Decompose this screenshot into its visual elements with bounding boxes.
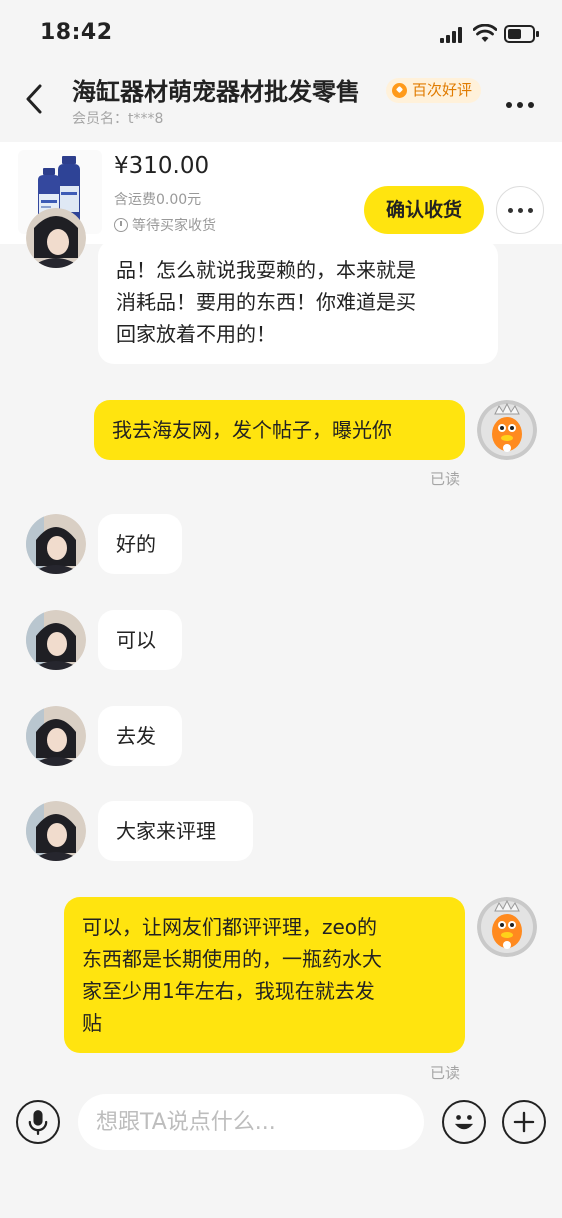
message-line: 好的 xyxy=(116,532,156,556)
message-bubble-left[interactable]: 可以 xyxy=(98,610,182,670)
more-icon[interactable] xyxy=(506,93,542,108)
message-bubble-left[interactable]: 品！怎么就说我耍赖的，本来就是 消耗品！要用的东西！你难道是买 回家放着不用的！ xyxy=(98,240,498,364)
plus-icon[interactable] xyxy=(502,1100,546,1144)
wifi-icon xyxy=(473,24,497,42)
shop-title: 海缸器材萌宠器材批发零售 xyxy=(72,78,360,106)
message-bubble-left[interactable]: 大家来评理 xyxy=(98,801,253,861)
seller-avatar[interactable] xyxy=(26,610,86,670)
order-more-button[interactable] xyxy=(496,186,544,234)
message-line: 可以，让网友们都评评理，zeo的 xyxy=(82,915,378,939)
read-receipt: 已读 xyxy=(430,1064,461,1082)
message-line: 回家放着不用的！ xyxy=(116,322,276,346)
message-line: 东西都是长期使用的，一瓶药水大 xyxy=(82,947,382,971)
seller-avatar[interactable] xyxy=(26,706,86,766)
status-time: 18:42 xyxy=(40,20,113,45)
message-line: 家至少用1年左右，我现在就去发 xyxy=(82,979,375,1003)
message-line: 可以 xyxy=(116,628,156,652)
rating-badge: 百次好评 xyxy=(386,78,482,103)
read-receipt: 已读 xyxy=(430,470,461,488)
message-line: 我去海友网，发个帖子，曝光你 xyxy=(112,418,392,442)
message-line: 去发 xyxy=(116,724,156,748)
message-line: 大家来评理 xyxy=(116,819,216,843)
order-status: 等待买家收货 xyxy=(114,215,216,235)
clock-icon xyxy=(114,218,128,232)
order-status-label: 等待买家收货 xyxy=(132,218,216,234)
buyer-avatar[interactable] xyxy=(477,400,537,460)
message-line: 品！怎么就说我耍赖的，本来就是 xyxy=(116,258,416,282)
member-name: 会员名：t***8 xyxy=(72,111,164,127)
seller-avatar[interactable] xyxy=(26,514,86,574)
cellular-signal-icon xyxy=(440,27,462,43)
microphone-icon[interactable] xyxy=(16,1100,60,1144)
seller-avatar[interactable] xyxy=(26,208,86,268)
star-badge-icon xyxy=(392,83,407,98)
message-bubble-left[interactable]: 去发 xyxy=(98,706,182,766)
message-line: 贴 xyxy=(82,1011,102,1035)
order-price: ¥310.00 xyxy=(114,153,210,179)
seller-avatar[interactable] xyxy=(26,801,86,861)
message-bubble-right[interactable]: 可以，让网友们都评评理，zeo的 东西都是长期使用的，一瓶药水大 家至少用1年左… xyxy=(64,897,465,1053)
confirm-receipt-button[interactable]: 确认收货 xyxy=(364,186,484,234)
back-icon[interactable] xyxy=(22,82,48,116)
message-line: 消耗品！要用的东西！你难道是买 xyxy=(116,290,416,314)
message-bubble-right[interactable]: 我去海友网，发个帖子，曝光你 xyxy=(94,400,465,460)
message-bubble-left[interactable]: 好的 xyxy=(98,514,182,574)
shipping-fee: 含运费0.00元 xyxy=(114,192,202,208)
rating-badge-label: 百次好评 xyxy=(412,81,473,99)
buyer-avatar[interactable] xyxy=(477,897,537,957)
message-input[interactable] xyxy=(78,1094,424,1150)
battery-icon xyxy=(504,25,539,43)
emoji-icon[interactable] xyxy=(442,1100,486,1144)
